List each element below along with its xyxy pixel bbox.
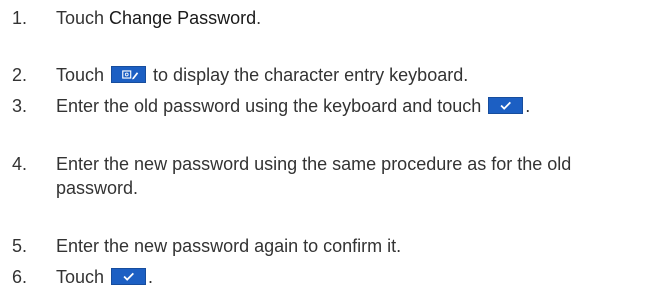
step-number: 6.: [12, 267, 28, 287]
step-number: 5.: [12, 236, 28, 256]
step-number: 3.: [12, 96, 28, 116]
step-text: .: [256, 8, 262, 28]
step-text: Touch: [56, 267, 110, 287]
step-number: 4.: [12, 154, 28, 174]
step-text: .: [148, 267, 154, 287]
step-text: .: [525, 96, 531, 116]
step-text-continuation: password.: [56, 178, 139, 198]
step-number: 1.: [12, 8, 28, 28]
step-text: to display the character entry keyboard.: [148, 65, 469, 85]
step-text: Touch: [56, 8, 110, 28]
change-password-label: Change Password: [109, 8, 257, 28]
edit-keyboard-icon: [111, 66, 147, 83]
step-text: Touch: [56, 65, 110, 85]
checkmark-icon: [488, 97, 524, 114]
step-text: Enter the new password using the same pr…: [56, 154, 572, 174]
step-text: Enter the new password again to confirm …: [56, 236, 402, 256]
step-number: 2.: [12, 65, 28, 85]
step-text: Enter the old password using the keyboar…: [56, 96, 487, 116]
checkmark-icon: [111, 268, 147, 285]
